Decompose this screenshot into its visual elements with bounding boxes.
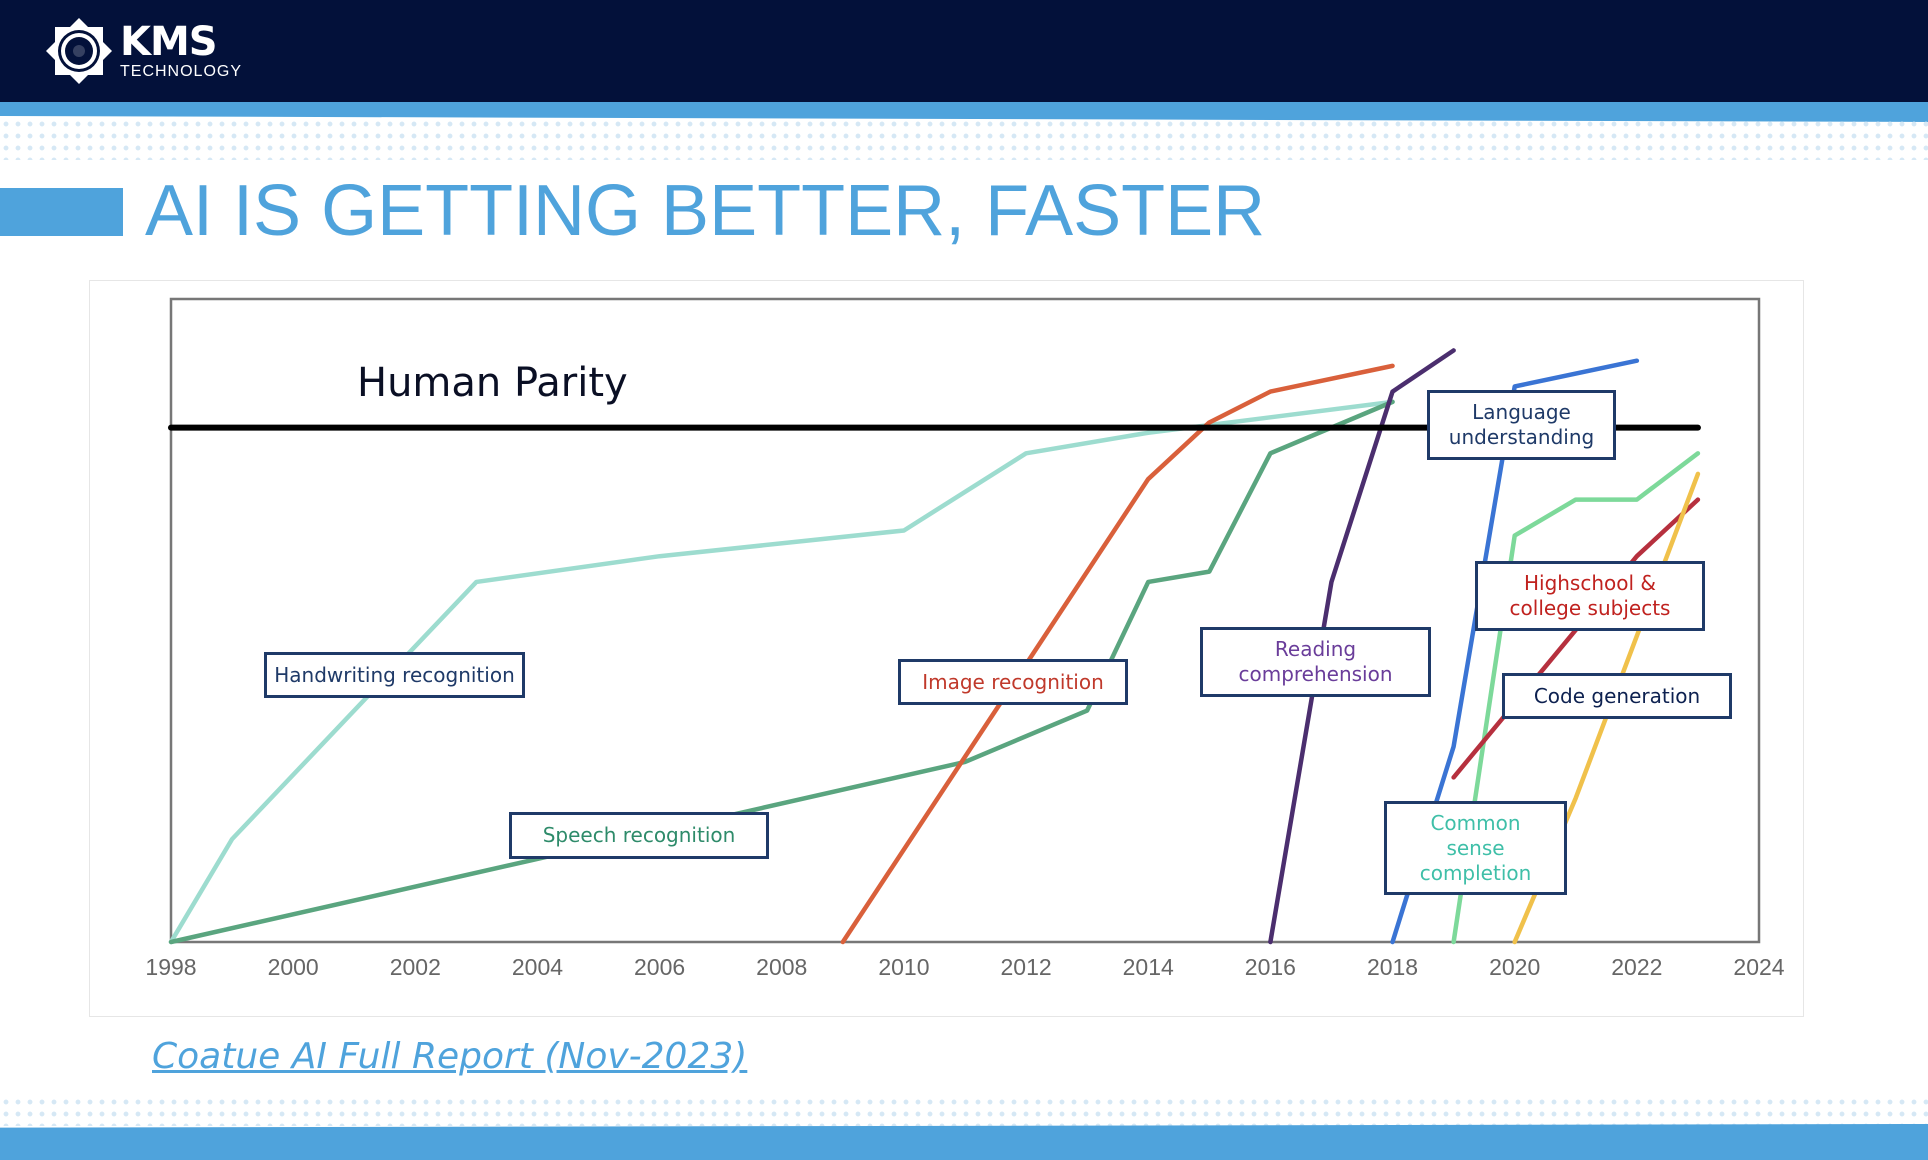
x-tick-label: 2004 [512,954,563,980]
label-text: Image recognition [922,669,1104,694]
dot-pattern-bottom [0,1096,1928,1126]
label-image-recognition: Image recognition [898,659,1128,705]
label-reading-comprehension: Reading comprehension [1200,627,1431,697]
label-text: Reading comprehension [1238,637,1393,686]
x-tick-label: 2006 [634,954,685,980]
label-highschool-college-subjects: Highschool & college subjects [1475,561,1705,631]
x-tick-label: 2016 [1245,954,1296,980]
label-language-understanding: Language understanding [1427,390,1616,460]
label-common-sense-completion: Common sense completion [1384,801,1567,895]
footer-accent-band [0,1124,1928,1160]
label-text: Highschool & college subjects [1509,571,1671,620]
source-report-link[interactable]: Coatue AI Full Report (Nov-2023) [152,1036,747,1077]
label-text: Code generation [1533,683,1701,708]
label-speech-recognition: Speech recognition [509,812,769,859]
label-text: Language understanding [1448,400,1595,449]
x-tick-label: 1998 [145,954,196,980]
label-code-generation: Code generation [1502,673,1732,719]
label-handwriting-recognition: Handwriting recognition [264,652,525,698]
label-text: Handwriting recognition [274,662,515,687]
human-parity-label: Human Parity [357,360,628,406]
x-tick-label: 2024 [1733,954,1784,980]
x-tick-label: 2012 [1000,954,1051,980]
x-tick-label: 2020 [1489,954,1540,980]
x-tick-label: 2002 [390,954,441,980]
x-tick-label: 2008 [756,954,807,980]
label-text: Common sense completion [1419,810,1532,885]
x-tick-label: 2010 [878,954,929,980]
label-text: Speech recognition [542,823,736,847]
x-tick-label: 2000 [268,954,319,980]
x-tick-label: 2022 [1611,954,1662,980]
x-tick-label: 2018 [1367,954,1418,980]
x-tick-label: 2014 [1123,954,1174,980]
